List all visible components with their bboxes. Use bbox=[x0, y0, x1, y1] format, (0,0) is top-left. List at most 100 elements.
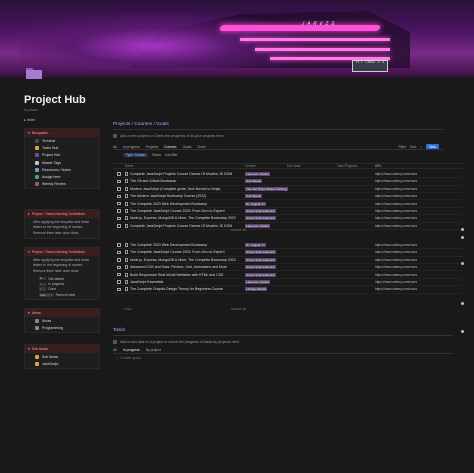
creator-tag[interactable]: Colt Steele bbox=[245, 194, 263, 199]
area-item[interactable]: Areas bbox=[25, 317, 99, 324]
row-action-handle[interactable] bbox=[461, 236, 464, 239]
table-row[interactable]: JavaScript Essentials Laurence Svekis http… bbox=[113, 279, 463, 287]
area-item[interactable]: Programming bbox=[25, 324, 99, 331]
creator-tag[interactable]: Jonas Schmedtmann bbox=[245, 209, 277, 214]
row-action-handle[interactable] bbox=[461, 262, 464, 265]
creator-tag[interactable]: Laurence Svekis bbox=[245, 172, 270, 177]
row-action-handle[interactable] bbox=[461, 302, 464, 305]
row-url[interactable]: https://www.udemy.com/cours bbox=[375, 172, 463, 176]
row-checkbox[interactable] bbox=[117, 272, 121, 277]
subareas-heading[interactable]: ▾ Sub Areas bbox=[25, 345, 99, 353]
table-row[interactable]: Complete JavaScript Projects Course Game… bbox=[113, 223, 463, 230]
creator-tag[interactable]: Colt Steele bbox=[245, 179, 263, 184]
nav-item-weekly-review[interactable]: Weekly Review bbox=[25, 181, 99, 188]
tab-courses[interactable]: Courses bbox=[164, 145, 177, 149]
row-name[interactable]: Complete JavaScript Projects Course Game… bbox=[125, 223, 245, 228]
creator-tag[interactable]: Jonas Schmedtmann bbox=[245, 250, 277, 255]
row-checkbox[interactable] bbox=[117, 224, 121, 228]
row-url[interactable]: https://www.udemy.com/cours bbox=[375, 209, 463, 213]
search-icon[interactable]: ⌕ bbox=[420, 145, 422, 149]
table-row[interactable]: The Complete 2023 Web Development Bootca… bbox=[113, 201, 463, 208]
guidelines-heading[interactable]: ▸ Project / Tasks Naming Guidelines bbox=[25, 210, 99, 218]
row-name[interactable]: Complete JavaScript Projects Course Game… bbox=[125, 172, 245, 177]
row-action-handle[interactable] bbox=[461, 228, 464, 231]
tab-all[interactable]: All bbox=[113, 145, 117, 149]
row-name[interactable]: The Complete 2023 Web Development Bootca… bbox=[125, 243, 245, 248]
creator-tag[interactable]: Laurence Svekis bbox=[245, 280, 270, 285]
tab-in-progress[interactable]: In progress bbox=[123, 145, 140, 149]
row-checkbox[interactable] bbox=[117, 243, 121, 247]
row-checkbox[interactable] bbox=[117, 209, 121, 213]
row-action-handle[interactable] bbox=[461, 330, 464, 333]
column-name[interactable]: Name bbox=[125, 164, 245, 168]
index-toggle[interactable]: ▸ Index bbox=[24, 118, 35, 122]
row-name[interactable]: The Git and Github Bootcamp bbox=[125, 179, 245, 184]
row-url[interactable]: https://www.udemy.com/cours bbox=[375, 194, 463, 198]
column-creator[interactable]: Creator bbox=[245, 164, 287, 168]
creator-tag[interactable]: Laurence Svekis bbox=[245, 223, 270, 228]
creator-tag[interactable]: Lindsay Marsh bbox=[245, 287, 268, 292]
row-url[interactable]: https://www.udemy.com/cours bbox=[375, 179, 463, 183]
table-row[interactable]: Advanced CSS and Sass: Flexbox, Grid, An… bbox=[113, 264, 463, 272]
creator-tag[interactable]: Jonas Schmedtmann bbox=[245, 272, 277, 277]
row-checkbox[interactable] bbox=[117, 194, 121, 199]
column-url[interactable]: URL bbox=[375, 164, 463, 168]
areas-heading[interactable]: ▾ Areas bbox=[25, 309, 99, 317]
row-url[interactable]: https://www.udemy.com/cours bbox=[375, 280, 463, 284]
task-tab-in-progress[interactable]: In progress bbox=[123, 348, 140, 352]
row-name[interactable]: The Complete 2023 Web Development Bootca… bbox=[125, 201, 245, 206]
creator-tag[interactable]: Jonas Schmedtmann bbox=[245, 265, 277, 270]
row-name[interactable]: The Complete Graphic Design Theory for B… bbox=[125, 287, 245, 292]
column-due-date[interactable]: Due Date bbox=[287, 164, 337, 168]
row-checkbox[interactable] bbox=[117, 172, 121, 176]
table-row[interactable]: The Complete JavaScript Course 2023: Fro… bbox=[113, 249, 463, 257]
new-button[interactable]: New bbox=[426, 144, 439, 149]
row-url[interactable]: https://www.udemy.com/cours bbox=[375, 202, 463, 206]
row-name[interactable]: Node.js, Express, MongoDB & More: The Co… bbox=[125, 216, 245, 221]
nav-item-resources-notes[interactable]: Resources / Notes bbox=[25, 166, 99, 173]
row-name[interactable]: The Complete JavaScript Course 2023: Fro… bbox=[125, 250, 245, 255]
table-row[interactable]: Node.js, Express, MongoDB & More: The Co… bbox=[113, 215, 463, 223]
nav-item-assign-here[interactable]: Assign here bbox=[25, 173, 99, 180]
tab-goals[interactable]: Goals bbox=[183, 145, 192, 149]
add-filter-button[interactable]: Add filter bbox=[165, 153, 178, 157]
area-item[interactable]: JavaScript bbox=[25, 360, 99, 367]
row-name[interactable]: Node.js, Express, MongoDB & More: The Co… bbox=[125, 257, 245, 262]
row-name[interactable]: The Modern JavaScript Bootcamp Course (2… bbox=[125, 194, 245, 199]
creator-tag[interactable]: The Net Ninja (Shaun Pelling) bbox=[245, 186, 288, 191]
row-checkbox[interactable] bbox=[117, 179, 121, 184]
sort-button[interactable]: Sort bbox=[410, 145, 416, 149]
row-url[interactable]: https://www.udemy.com/cours bbox=[375, 243, 463, 247]
folder-icon[interactable] bbox=[26, 66, 42, 79]
area-item[interactable]: Sub Areas bbox=[25, 353, 99, 360]
row-checkbox[interactable] bbox=[117, 201, 121, 206]
hidden-group-toggle[interactable]: + 1 hidden group bbox=[113, 356, 453, 360]
filter-chip-status[interactable]: Status bbox=[152, 153, 161, 157]
row-name[interactable]: Modern JavaScript (Complete guide, from … bbox=[125, 186, 245, 191]
filter-chip-type[interactable]: Type: Course bbox=[123, 153, 148, 157]
row-url[interactable]: https://www.udemy.com/cours bbox=[375, 287, 463, 291]
guidelines-heading[interactable]: ▾ Project / Tasks Naming Guidelines bbox=[25, 248, 99, 256]
nav-item-tasks-hub[interactable]: Tasks Hub bbox=[25, 144, 99, 151]
table-row[interactable]: Node.js, Express, MongoDB & More: The Co… bbox=[113, 257, 463, 264]
row-checkbox[interactable] bbox=[117, 258, 121, 262]
table-row[interactable]: Build Responsive Real-World Websites wit… bbox=[113, 272, 463, 279]
table-row[interactable]: The Complete Graphic Design Theory for B… bbox=[113, 286, 463, 294]
navigation-heading[interactable]: ▾ Navigation bbox=[25, 129, 99, 137]
row-name[interactable]: JavaScript Essentials bbox=[125, 280, 245, 285]
row-url[interactable]: https://www.udemy.com/cours bbox=[375, 273, 463, 277]
table-row[interactable]: Modern JavaScript (Complete guide, from … bbox=[113, 186, 463, 193]
row-checkbox[interactable] bbox=[117, 187, 121, 191]
row-checkbox[interactable] bbox=[117, 250, 121, 255]
nav-item-terminal[interactable]: Terminal bbox=[25, 137, 99, 144]
row-checkbox[interactable] bbox=[117, 287, 121, 292]
table-row[interactable]: The Complete 2023 Web Development Bootca… bbox=[113, 242, 463, 250]
tab-projects[interactable]: Projects bbox=[146, 145, 158, 149]
row-checkbox[interactable] bbox=[117, 265, 121, 270]
table-row[interactable]: The Git and Github Bootcamp Colt Steele ht… bbox=[113, 178, 463, 186]
row-name[interactable]: Build Responsive Real-World Websites wit… bbox=[125, 272, 245, 277]
filter-button[interactable]: Filter bbox=[399, 145, 407, 149]
row-checkbox[interactable] bbox=[117, 216, 121, 221]
creator-tag[interactable]: Dr. Angela Yu bbox=[245, 201, 266, 206]
creator-tag[interactable]: Dr. Angela Yu bbox=[245, 243, 266, 248]
